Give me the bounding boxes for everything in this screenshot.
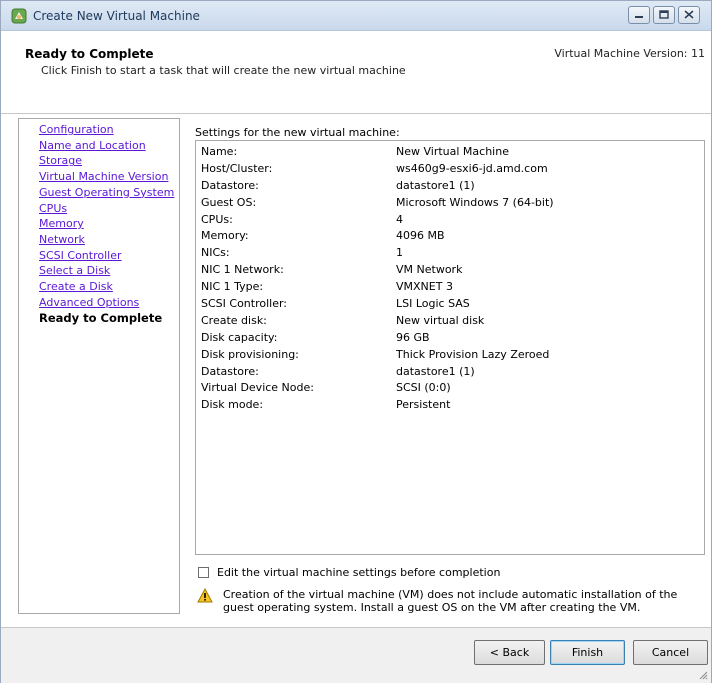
edit-settings-checkbox-label[interactable]: Edit the virtual machine settings before… xyxy=(217,566,500,579)
summary-value: Thick Provision Lazy Zeroed xyxy=(396,347,550,361)
summary-key: Disk mode: xyxy=(201,398,264,412)
summary-value: New virtual disk xyxy=(396,313,485,327)
summary-row: Memory: 4096 MB xyxy=(201,227,704,244)
summary-value: ws460g9-esxi6-jd.amd.com xyxy=(396,161,548,175)
title-bar[interactable]: Create New Virtual Machine xyxy=(1,1,711,31)
summary-value: Microsoft Windows 7 (64-bit) xyxy=(396,195,554,209)
finish-button[interactable]: Finish xyxy=(550,640,625,665)
nav-step-configuration[interactable]: Configuration xyxy=(39,122,179,138)
summary-value: datastore1 (1) xyxy=(396,178,475,192)
resize-grip-icon[interactable] xyxy=(698,670,708,680)
summary-row: Datastore: datastore1 (1) xyxy=(201,363,704,380)
summary-row: Host/Cluster: ws460g9-esxi6-jd.amd.com xyxy=(201,160,704,177)
window-title: Create New Virtual Machine xyxy=(33,9,200,23)
summary-value: New Virtual Machine xyxy=(396,144,509,158)
nav-step-create-a-disk[interactable]: Create a Disk xyxy=(39,279,179,295)
nav-step-guest-operating-system[interactable]: Guest Operating System xyxy=(39,185,179,201)
summary-row: Name: New Virtual Machine xyxy=(201,143,704,160)
nav-step-storage[interactable]: Storage xyxy=(39,153,179,169)
wizard-header: Ready to Complete Click Finish to start … xyxy=(1,31,711,114)
summary-row: Guest OS: Microsoft Windows 7 (64-bit) xyxy=(201,194,704,211)
minimize-button[interactable] xyxy=(628,6,650,24)
summary-value: 4096 MB xyxy=(396,229,445,243)
vsphere-app-icon xyxy=(11,8,27,24)
summary-row: NIC 1 Network: VM Network xyxy=(201,261,704,278)
summary-row: Disk capacity: 96 GB xyxy=(201,329,704,346)
maximize-button[interactable] xyxy=(653,6,675,24)
nav-step-network[interactable]: Network xyxy=(39,232,179,248)
nav-step-name-and-location[interactable]: Name and Location xyxy=(39,138,179,154)
summary-row: Create disk: New virtual disk xyxy=(201,312,704,329)
edit-settings-option[interactable]: Edit the virtual machine settings before… xyxy=(198,566,500,579)
maximize-icon xyxy=(659,9,669,22)
page-subtitle: Click Finish to start a task that will c… xyxy=(41,64,406,77)
guest-os-warning: Creation of the virtual machine (VM) doe… xyxy=(197,587,703,614)
summary-key: Disk capacity: xyxy=(201,330,278,344)
summary-value: Persistent xyxy=(396,398,451,412)
summary-value: VMXNET 3 xyxy=(396,280,453,294)
settings-summary-list[interactable]: Name: New Virtual Machine Host/Cluster: ws… xyxy=(195,140,705,555)
wizard-footer: < Back Finish Cancel xyxy=(1,627,711,683)
summary-key: Name: xyxy=(201,144,238,158)
summary-key: NIC 1 Network: xyxy=(201,263,284,277)
summary-value: VM Network xyxy=(396,263,463,277)
summary-key: NIC 1 Type: xyxy=(201,280,264,294)
summary-key: Datastore: xyxy=(201,178,259,192)
cancel-button[interactable]: Cancel xyxy=(633,640,708,665)
nav-step-advanced-options[interactable]: Advanced Options xyxy=(39,295,179,311)
nav-step-scsi-controller[interactable]: SCSI Controller xyxy=(39,248,179,264)
summary-key: Virtual Device Node: xyxy=(201,381,314,395)
summary-row: Virtual Device Node: SCSI (0:0) xyxy=(201,379,704,396)
nav-step-select-a-disk[interactable]: Select a Disk xyxy=(39,263,179,279)
summary-key: Host/Cluster: xyxy=(201,161,273,175)
summary-row: NIC 1 Type: VMXNET 3 xyxy=(201,278,704,295)
wizard-steps-nav: Configuration Name and Location Storage … xyxy=(18,118,180,614)
nav-step-memory[interactable]: Memory xyxy=(39,216,179,232)
summary-value: LSI Logic SAS xyxy=(396,296,470,310)
summary-key: Disk provisioning: xyxy=(201,347,299,361)
summary-value: 96 GB xyxy=(396,330,430,344)
summary-key: Guest OS: xyxy=(201,195,257,209)
page-title: Ready to Complete xyxy=(25,47,154,61)
warning-message: Creation of the virtual machine (VM) doe… xyxy=(223,588,678,614)
summary-key: Create disk: xyxy=(201,313,267,327)
summary-row: Disk provisioning: Thick Provision Lazy Z… xyxy=(201,346,704,363)
settings-heading: Settings for the new virtual machine: xyxy=(195,126,400,139)
summary-key: CPUs: xyxy=(201,212,233,226)
vm-version-label: Virtual Machine Version: 11 xyxy=(554,47,705,60)
summary-value: 4 xyxy=(396,212,403,226)
nav-step-virtual-machine-version[interactable]: Virtual Machine Version xyxy=(39,169,179,185)
summary-key: Memory: xyxy=(201,229,249,243)
summary-key: NICs: xyxy=(201,246,230,260)
summary-key: SCSI Controller: xyxy=(201,296,288,310)
close-icon xyxy=(684,9,694,22)
nav-step-cpus[interactable]: CPUs xyxy=(39,201,179,217)
warning-icon xyxy=(197,587,215,604)
summary-row: CPUs: 4 xyxy=(201,211,704,228)
summary-value: 1 xyxy=(396,246,403,260)
close-button[interactable] xyxy=(678,6,700,24)
summary-value: datastore1 (1) xyxy=(396,364,475,378)
summary-key: Datastore: xyxy=(201,364,259,378)
minimize-icon xyxy=(634,9,644,22)
summary-value: SCSI (0:0) xyxy=(396,381,451,395)
summary-row: Disk mode: Persistent xyxy=(201,396,704,413)
nav-step-ready-to-complete: Ready to Complete xyxy=(39,311,163,326)
edit-settings-checkbox[interactable] xyxy=(198,567,209,578)
summary-row: SCSI Controller: LSI Logic SAS xyxy=(201,295,704,312)
summary-row: NICs: 1 xyxy=(201,244,704,261)
wizard-window: Create New Virtual Machine Ready to Comp… xyxy=(0,0,712,683)
back-button[interactable]: < Back xyxy=(474,640,545,665)
summary-row: Datastore: datastore1 (1) xyxy=(201,177,704,194)
